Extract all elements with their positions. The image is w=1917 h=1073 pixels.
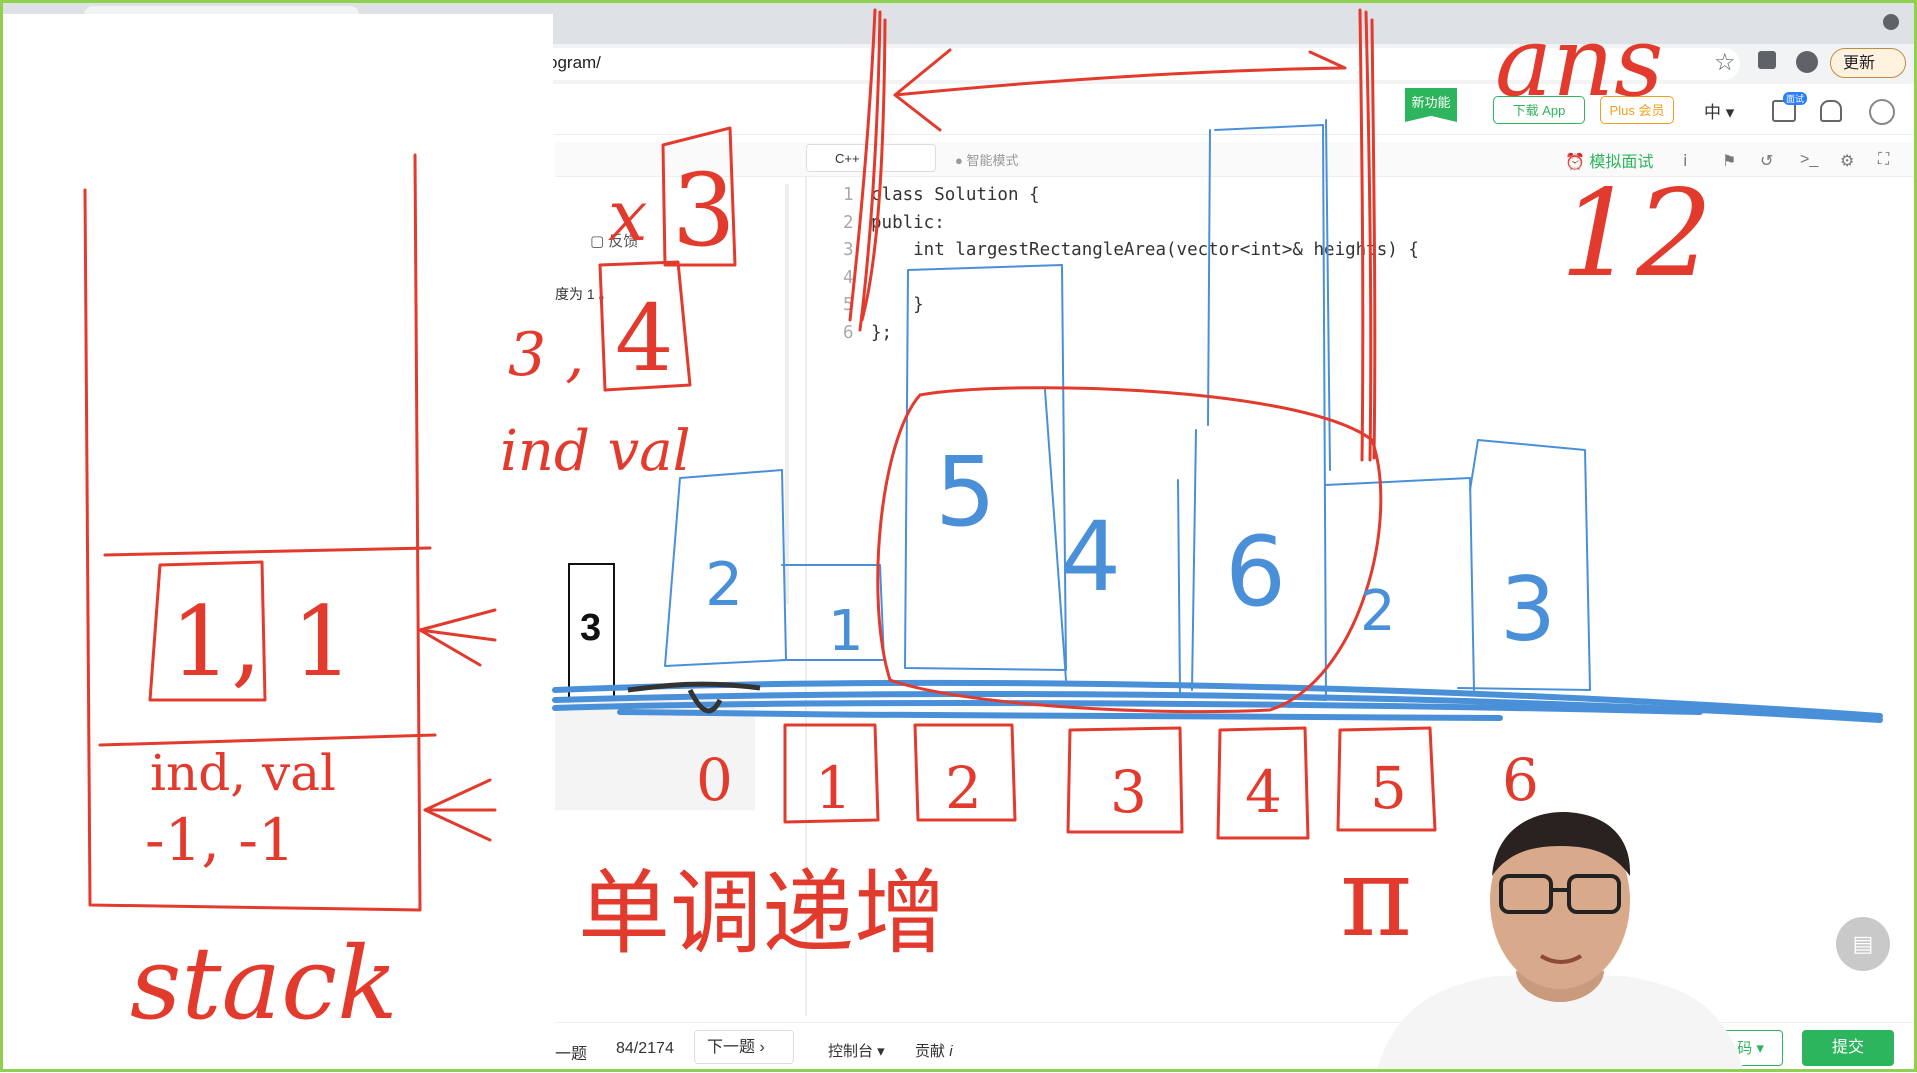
bar-height-label: 2 <box>705 550 743 620</box>
x-label: x <box>608 175 647 257</box>
index-label: 6 <box>1502 746 1539 814</box>
presenter-avatar <box>1376 811 1744 1072</box>
stack-top-entry: 1, 1 <box>170 586 353 698</box>
bar-height-label: 2 <box>1360 579 1396 644</box>
x-value: 3 <box>672 152 736 269</box>
monotonic-label: 单调递增 <box>578 860 946 967</box>
bar-height-label: 3 <box>1500 558 1556 661</box>
stack-bottom-entry: -1, -1 <box>145 806 295 874</box>
bar-height-label: 1 <box>828 599 864 664</box>
ind-val-label: ind val <box>500 419 691 484</box>
blue-bar <box>1207 129 1211 426</box>
index-label: 0 <box>696 746 733 814</box>
ans-value: 12 <box>1560 165 1713 304</box>
stack-divider <box>103 546 432 557</box>
index-label: 4 <box>1245 758 1282 826</box>
index-label: 2 <box>945 754 982 822</box>
red-vertical <box>848 8 887 332</box>
index-label: 1 <box>815 754 852 822</box>
stack-label: stack <box>130 925 398 1042</box>
pair-label: 3 , <box>508 320 584 390</box>
pair-value: 4 <box>615 285 674 392</box>
stack-arrow <box>423 778 497 842</box>
index-label: 3 <box>1110 758 1147 826</box>
ground-stroke <box>617 709 1503 721</box>
bar-height-label: 5 <box>935 436 996 548</box>
stack-bottom-header: ind, val <box>150 744 336 802</box>
arrow-line <box>893 48 1347 132</box>
bar-height-label: 4 <box>1060 501 1121 613</box>
blue-bar <box>1191 429 1197 691</box>
ans-label: ans <box>1495 6 1663 118</box>
blue-bar <box>1324 477 1475 691</box>
red-vertical <box>1358 8 1377 462</box>
stack-arrow <box>418 608 497 667</box>
bar-height-label: 6 <box>1225 516 1286 628</box>
